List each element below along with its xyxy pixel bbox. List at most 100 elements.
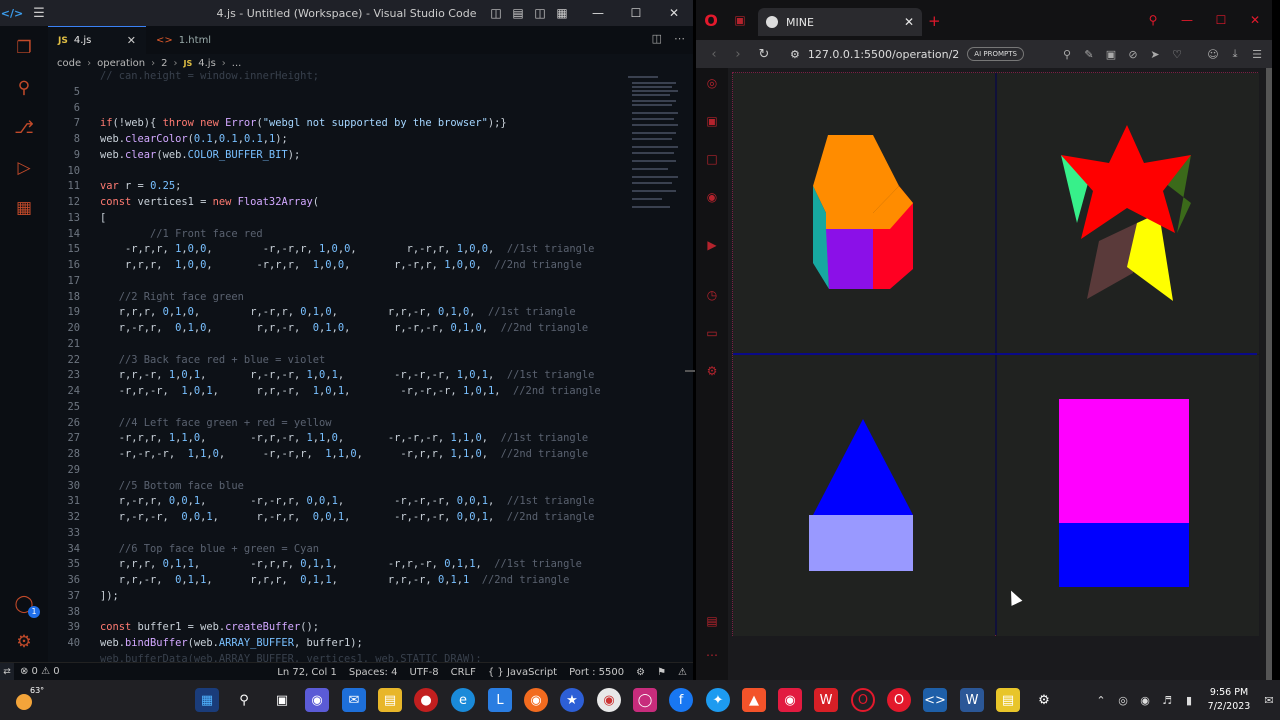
code-text[interactable]: web.clearColor(0.1,0.1,0.1,1); xyxy=(100,131,288,147)
vpn-icon[interactable]: ★ xyxy=(560,688,584,712)
language-mode[interactable]: { } JavaScript xyxy=(482,667,563,678)
extensions-icon[interactable]: ▦ xyxy=(12,196,36,220)
code-text[interactable]: var r = 0.25; xyxy=(100,178,181,194)
code-text[interactable]: r,r,r, 0,1,0, r,-r,r, 0,1,0, r,r,-r, 0,1… xyxy=(100,304,576,320)
forward-icon[interactable]: › xyxy=(726,47,750,62)
screen-recorder-icon[interactable]: ◉ xyxy=(778,688,802,712)
menu-icon[interactable]: ☰ xyxy=(24,6,54,21)
maximize-icon[interactable]: ☐ xyxy=(617,6,655,20)
code-text[interactable]: web.bindBuffer(web.ARRAY_BUFFER, buffer1… xyxy=(100,635,363,651)
code-line[interactable]: 27 -r,r,r, 1,1,0, -r,r,-r, 1,1,0, -r,-r,… xyxy=(48,430,688,446)
sticky-notes-icon[interactable]: ▤ xyxy=(996,688,1020,712)
problems-count[interactable]: ⊗ 0 ⚠ 0 xyxy=(14,666,66,677)
breadcrumb-item[interactable]: code xyxy=(57,58,81,69)
source-control-icon[interactable]: ⎇ xyxy=(12,116,36,140)
code-text[interactable]: //3 Back face red + blue = violet xyxy=(100,352,325,368)
encoding[interactable]: UTF-8 xyxy=(403,667,444,678)
search-icon[interactable]: ⚲ xyxy=(232,688,256,712)
url-field[interactable]: ⚙ 127.0.0.1:5500/operation/2 AI PROMPTS xyxy=(790,47,1024,61)
clock[interactable]: 9:56 PM 7/2/2023 xyxy=(1200,686,1258,714)
code-text[interactable]: -r,r,r, 1,0,0, -r,-r,r, 1,0,0, r,-r,r, 1… xyxy=(100,241,594,257)
vertical-scrollbar[interactable] xyxy=(685,370,695,372)
tab-search-icon[interactable]: ⚲ xyxy=(1136,13,1170,27)
profile-icon[interactable]: ☺ xyxy=(1202,48,1224,61)
search-icon[interactable]: ⚲ xyxy=(12,76,36,100)
code-line[interactable]: 28 -r,-r,-r, 1,1,0, -r,-r,r, 1,1,0, -r,r… xyxy=(48,446,688,462)
tab-4js[interactable]: JS 4.js ✕ xyxy=(48,26,146,54)
code-text[interactable]: const buffer1 = web.createBuffer(); xyxy=(100,619,319,635)
code-line[interactable]: 12 const vertices1 = new Float32Array( xyxy=(48,194,688,210)
notification-bell-icon[interactable]: ✉ xyxy=(1258,694,1280,707)
code-line[interactable]: web.bufferData(web.ARRAY_BUFFER, vertice… xyxy=(48,651,688,662)
code-line[interactable]: 32 r,-r,-r, 0,0,1, r,-r,r, 0,0,1, -r,-r,… xyxy=(48,509,688,525)
breadcrumb-item[interactable]: 2 xyxy=(161,58,167,69)
code-line[interactable]: 37]); xyxy=(48,588,688,604)
code-line[interactable]: 14 //1 Front face red xyxy=(48,226,688,242)
close-icon[interactable]: ✕ xyxy=(655,6,693,20)
store-icon[interactable]: L xyxy=(488,688,512,712)
code-line[interactable]: 29 xyxy=(48,462,688,478)
workspaces-icon[interactable]: ▣ xyxy=(726,13,754,27)
accounts-icon[interactable]: ◯ xyxy=(12,592,40,618)
code-text[interactable]: [ xyxy=(100,210,106,226)
code-text[interactable]: //1 Front face red xyxy=(100,226,263,242)
firefox-icon[interactable]: ◉ xyxy=(524,688,548,712)
new-tab-icon[interactable]: + xyxy=(928,12,941,30)
code-text[interactable]: //6 Top face blue + green = Cyan xyxy=(100,541,319,557)
code-line[interactable]: 31 r,-r,r, 0,0,1, -r,-r,r, 0,0,1, -r,-r,… xyxy=(48,493,688,509)
code-line[interactable]: 34 //6 Top face blue + green = Cyan xyxy=(48,541,688,557)
close-tab-icon[interactable]: ✕ xyxy=(904,15,914,29)
url-text[interactable]: 127.0.0.1:5500/operation/2 xyxy=(808,48,959,61)
code-line[interactable]: 10 xyxy=(48,163,688,179)
code-text[interactable]: if(!web){ throw new Error("webgl not sup… xyxy=(100,115,507,131)
split-editor-icon[interactable]: ◫ xyxy=(652,32,662,45)
code-line[interactable]: 24 -r,r,-r, 1,0,1, r,r,-r, 1,0,1, -r,-r,… xyxy=(48,383,688,399)
browser-tab-mine[interactable]: MINE ✕ xyxy=(758,8,922,36)
code-line[interactable]: 15 -r,r,r, 1,0,0, -r,-r,r, 1,0,0, r,-r,r… xyxy=(48,241,688,257)
close-tab-icon[interactable]: ✕ xyxy=(127,34,136,47)
code-text[interactable]: r,-r,r, 0,0,1, -r,-r,r, 0,0,1, -r,-r,-r,… xyxy=(100,493,595,509)
weather-widget[interactable]: 63° xyxy=(12,686,44,714)
code-text[interactable]: -r,r,r, 1,1,0, -r,r,-r, 1,1,0, -r,-r,-r,… xyxy=(100,430,588,446)
search-icon[interactable]: ⚲ xyxy=(1056,48,1078,61)
send-icon[interactable]: ➤ xyxy=(1144,48,1166,61)
code-line[interactable]: 20 r,-r,r, 0,1,0, r,r,-r, 0,1,0, r,-r,-r… xyxy=(48,320,688,336)
live-server-port[interactable]: Port : 5500 xyxy=(563,667,630,678)
code-line[interactable]: // can.height = window.innerHeight; xyxy=(48,68,688,84)
instagram-icon[interactable]: ◯ xyxy=(633,688,657,712)
settings-gear-icon[interactable]: ⚙ xyxy=(703,364,721,382)
code-line[interactable]: 18 //2 Right face green xyxy=(48,289,688,305)
code-line[interactable]: 9 web.clear(web.COLOR_BUFFER_BIT); xyxy=(48,147,688,163)
toggle-panel-icon[interactable]: ▤ xyxy=(507,6,529,20)
mail-icon[interactable]: ✉ xyxy=(342,688,366,712)
maximize-icon[interactable]: ☐ xyxy=(1204,13,1238,27)
twitter-icon[interactable]: ✦ xyxy=(706,688,730,712)
code-text[interactable]: // can.height = window.innerHeight; xyxy=(100,68,319,84)
gx-corner-icon[interactable]: ▣ xyxy=(703,114,721,132)
twitch-icon[interactable]: □ xyxy=(703,152,721,170)
brave-icon[interactable]: ▲ xyxy=(742,688,766,712)
notifications-icon[interactable]: ⚠ xyxy=(672,667,693,678)
code-line[interactable]: 38 xyxy=(48,604,688,620)
back-icon[interactable]: ‹ xyxy=(702,47,726,62)
code-line[interactable]: 23 r,r,-r, 1,0,1, r,-r,-r, 1,0,1, -r,-r,… xyxy=(48,367,688,383)
code-editor[interactable]: // can.height = window.innerHeight; 5 6 7 if… xyxy=(48,68,688,662)
more-actions-icon[interactable]: ⋯ xyxy=(674,32,685,45)
record-icon[interactable]: ● xyxy=(414,688,438,712)
close-icon[interactable]: ✕ xyxy=(1238,13,1272,27)
code-line[interactable]: 30 //5 Bottom face blue xyxy=(48,478,688,494)
code-text[interactable]: -r,r,-r, 1,0,1, r,r,-r, 1,0,1, -r,-r,-r,… xyxy=(100,383,601,399)
code-line[interactable]: 11 var r = 0.25; xyxy=(48,178,688,194)
show-hidden-icons-icon[interactable]: ⌃ xyxy=(1090,694,1112,707)
bookmark-heart-icon[interactable]: ♡ xyxy=(1166,48,1188,61)
edge-icon[interactable]: e xyxy=(451,688,475,712)
edit-icon[interactable]: ✎ xyxy=(1078,48,1100,61)
history-icon[interactable]: ◷ xyxy=(703,288,721,306)
task-view-icon[interactable]: ▣ xyxy=(270,688,294,712)
site-info-icon[interactable]: ⚙ xyxy=(790,48,800,61)
breadcrumb-item[interactable]: operation xyxy=(97,58,145,69)
extensions-cube-icon[interactable]: ▭ xyxy=(703,326,721,344)
vscode-taskbar-icon[interactable]: <> xyxy=(923,688,947,712)
more-icon[interactable]: ⋯ xyxy=(703,648,721,666)
chrome-icon[interactable]: ◉ xyxy=(597,688,621,712)
